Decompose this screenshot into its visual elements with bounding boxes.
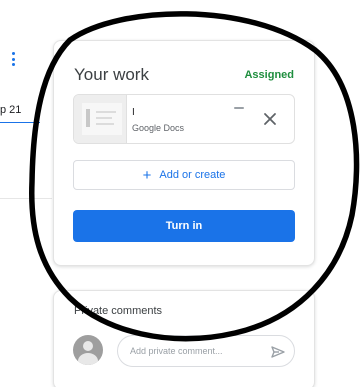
screenshot-stage: p 21 Your work Assigned I Google Docs + … (0, 0, 364, 387)
turn-in-label: Turn in (165, 220, 203, 232)
plus-icon: + (142, 166, 152, 184)
attachment-item[interactable]: I Google Docs (73, 94, 295, 144)
user-avatar-icon (73, 335, 103, 365)
add-or-create-button[interactable]: + Add or create (73, 160, 295, 190)
private-comment-field[interactable] (117, 335, 295, 367)
more-options-icon[interactable] (10, 52, 16, 66)
send-icon[interactable] (270, 344, 286, 360)
private-comments-title: Private comments (74, 305, 163, 317)
private-comments-card: Private comments (53, 290, 315, 387)
attachment-name: I (132, 107, 135, 118)
add-or-create-label: Add or create (159, 169, 226, 181)
private-comment-input[interactable] (130, 343, 260, 359)
turn-in-button[interactable]: Turn in (73, 210, 295, 242)
divider (0, 198, 52, 199)
your-work-card: Your work Assigned I Google Docs + Add o… (53, 40, 315, 266)
close-icon[interactable] (259, 108, 281, 130)
your-work-title: Your work (74, 65, 149, 84)
attachment-type: Google Docs (132, 123, 185, 133)
status-badge: Assigned (244, 69, 294, 81)
document-thumbnail-icon (74, 95, 127, 143)
tab-underline (0, 122, 40, 123)
dash-mark (234, 107, 244, 109)
due-date-fragment: p 21 (0, 104, 22, 116)
